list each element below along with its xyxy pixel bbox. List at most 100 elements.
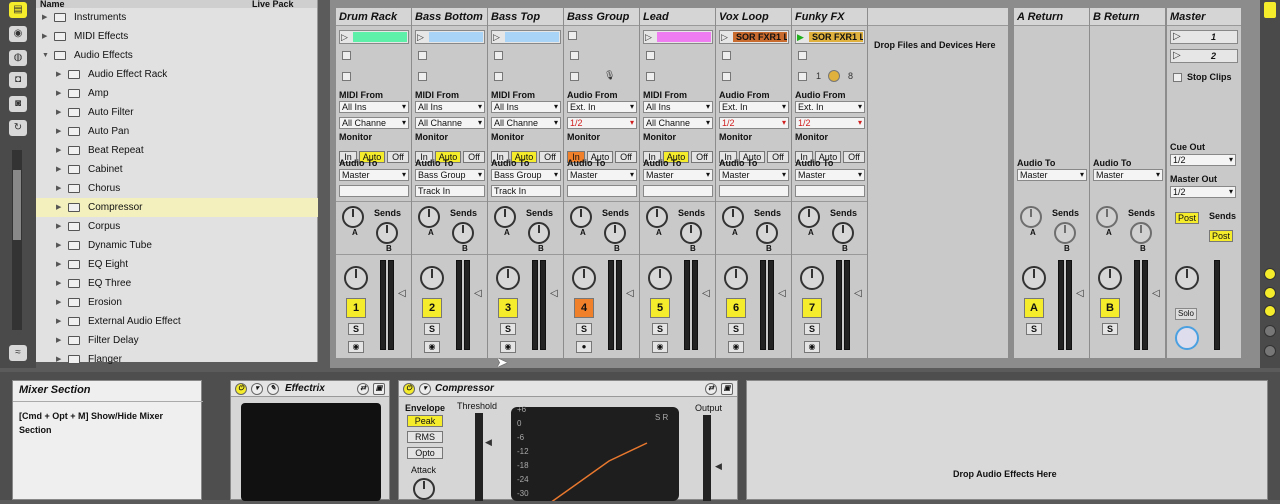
arm-button-icon[interactable]: ◉ <box>652 341 668 353</box>
volume-fader-icon[interactable]: ◁ <box>474 288 482 299</box>
browser-item[interactable]: ▶ Instruments <box>36 8 318 27</box>
send-a-knob[interactable] <box>494 206 516 228</box>
track-in-select[interactable] <box>643 185 713 197</box>
send-b-knob[interactable] <box>680 222 702 244</box>
clip[interactable]: SOR FXR1 L <box>733 32 787 42</box>
solo-button[interactable]: S <box>424 323 440 335</box>
input-channel-select[interactable]: All Channe <box>643 117 713 129</box>
collapsed-triangle-icon[interactable]: ▶ <box>56 236 61 255</box>
collapsed-triangle-icon[interactable]: ▶ <box>56 331 61 350</box>
wave-icon[interactable]: ≈ <box>9 345 27 361</box>
solo-button[interactable]: S <box>1102 323 1118 335</box>
monitor-off-button[interactable]: Off <box>843 151 865 163</box>
send-b-knob[interactable] <box>452 222 474 244</box>
browser-item[interactable]: ▶ Auto Filter <box>36 103 318 122</box>
collapsed-triangle-icon[interactable]: ▶ <box>56 84 61 103</box>
scrollbar-thumb[interactable] <box>13 170 21 240</box>
attack-knob[interactable] <box>413 478 435 500</box>
clip-slot[interactable] <box>567 30 637 44</box>
clip-stop-icon[interactable] <box>418 51 427 60</box>
track-activator-button[interactable]: 3 <box>498 298 518 318</box>
audio-effects-drop-zone[interactable]: Drop Audio Effects Here <box>746 380 1268 500</box>
collapsed-triangle-icon[interactable]: ▶ <box>56 217 61 236</box>
solo-button[interactable]: S <box>500 323 516 335</box>
send-b-knob[interactable] <box>832 222 854 244</box>
track-title[interactable]: Vox Loop <box>716 8 791 26</box>
camera-icon[interactable]: ◘ <box>9 72 27 88</box>
track-stop-icon[interactable] <box>342 72 351 81</box>
browser-item[interactable]: ▶ Filter Delay <box>36 331 318 350</box>
clip-play-icon[interactable]: ▷ <box>493 32 503 42</box>
send-a-knob[interactable] <box>1096 206 1118 228</box>
volume-fader-icon[interactable]: ◁ <box>854 288 862 299</box>
browser-item[interactable]: ▶ Beat Repeat <box>36 141 318 160</box>
volume-fader-icon[interactable]: ◁ <box>550 288 558 299</box>
send-a-knob[interactable] <box>646 206 668 228</box>
return-activator-button[interactable]: A <box>1024 298 1044 318</box>
send-a-knob[interactable] <box>1020 206 1042 228</box>
track-in-select[interactable]: Track In <box>491 185 561 197</box>
collapsed-triangle-icon[interactable]: ▶ <box>56 312 61 331</box>
clip-stop-icon[interactable] <box>646 51 655 60</box>
input-type-select[interactable]: All Ins <box>339 101 409 113</box>
pan-knob[interactable] <box>496 266 520 290</box>
audio-to-select[interactable]: Master <box>795 169 865 181</box>
send-b-knob[interactable] <box>376 222 398 244</box>
pan-knob[interactable] <box>1098 266 1122 290</box>
input-type-select[interactable]: All Ins <box>643 101 713 113</box>
hotswap-icon[interactable]: ⇄ <box>705 383 717 395</box>
browser-item[interactable]: ▶ Audio Effect Rack <box>36 65 318 84</box>
clip-play-icon[interactable]: ▷ <box>417 32 427 42</box>
device-on-icon[interactable]: ⏻ <box>235 383 247 395</box>
device-on-icon[interactable]: ⏻ <box>403 383 415 395</box>
transfer-curve-display[interactable]: +6 0 -6 -12 -18 -24 -30 S R <box>511 405 679 504</box>
track-stop-icon[interactable] <box>418 72 427 81</box>
clip-stop-icon[interactable] <box>722 51 731 60</box>
browser-item[interactable]: ▶ Auto Pan <box>36 122 318 141</box>
hotswap-icon[interactable]: ⇄ <box>357 383 369 395</box>
browser-item[interactable]: ▶ Compressor <box>36 198 318 217</box>
track-in-select[interactable] <box>567 185 637 197</box>
collapsed-triangle-icon[interactable]: ▶ <box>56 65 61 84</box>
browser-item[interactable]: ▶ EQ Three <box>36 274 318 293</box>
input-type-select[interactable]: Ext. In <box>719 101 789 113</box>
input-type-select[interactable]: All Ins <box>491 101 561 113</box>
clip[interactable] <box>505 32 559 42</box>
audio-to-select[interactable]: Bass Group <box>491 169 561 181</box>
clip-stop-icon[interactable] <box>570 51 579 60</box>
collapsed-triangle-icon[interactable]: ▶ <box>56 179 61 198</box>
opto-button[interactable]: Opto <box>407 447 443 459</box>
browser-item[interactable]: ▶ Cabinet <box>36 160 318 179</box>
microphone-icon[interactable]: 🎙 <box>604 70 615 81</box>
cue-out-select[interactable]: 1/2 <box>1170 154 1236 166</box>
clip-stop-icon[interactable] <box>494 51 503 60</box>
overview-icon[interactable] <box>1264 2 1276 18</box>
return-title[interactable]: B Return <box>1090 8 1165 26</box>
volume-fader-icon[interactable]: ◁ <box>398 288 406 299</box>
output-slider-icon[interactable]: ◀ <box>715 461 722 472</box>
pan-knob[interactable] <box>648 266 672 290</box>
arm-button-icon[interactable]: ◉ <box>424 341 440 353</box>
send-a-knob[interactable] <box>570 206 592 228</box>
clip-slot[interactable]: ▷ <box>643 30 713 44</box>
pan-knob[interactable] <box>572 266 596 290</box>
input-channel-select[interactable]: All Channe <box>339 117 409 129</box>
clip-play-icon[interactable]: ▷ <box>341 32 351 42</box>
track-activator-button[interactable]: 5 <box>650 298 670 318</box>
browser-item[interactable]: ▶ Dynamic Tube <box>36 236 318 255</box>
effectrix-display[interactable] <box>241 403 381 501</box>
x-toggle-icon[interactable] <box>1264 345 1276 357</box>
monitor-off-button[interactable]: Off <box>463 151 485 163</box>
collapsed-triangle-icon[interactable]: ▶ <box>56 350 61 369</box>
track-in-select[interactable] <box>719 185 789 197</box>
return-activator-button[interactable]: B <box>1100 298 1120 318</box>
input-channel-select[interactable]: 1/2 <box>567 117 637 129</box>
track-title[interactable]: Drum Rack <box>336 8 411 26</box>
input-type-select[interactable]: Ext. In <box>567 101 637 113</box>
track-activator-button[interactable]: 7 <box>802 298 822 318</box>
monitor-off-button[interactable]: Off <box>615 151 637 163</box>
solo-button[interactable]: S <box>576 323 592 335</box>
track-title[interactable]: Bass Top <box>488 8 563 26</box>
solo-button[interactable]: S <box>1026 323 1042 335</box>
collapsed-triangle-icon[interactable]: ▶ <box>56 141 61 160</box>
